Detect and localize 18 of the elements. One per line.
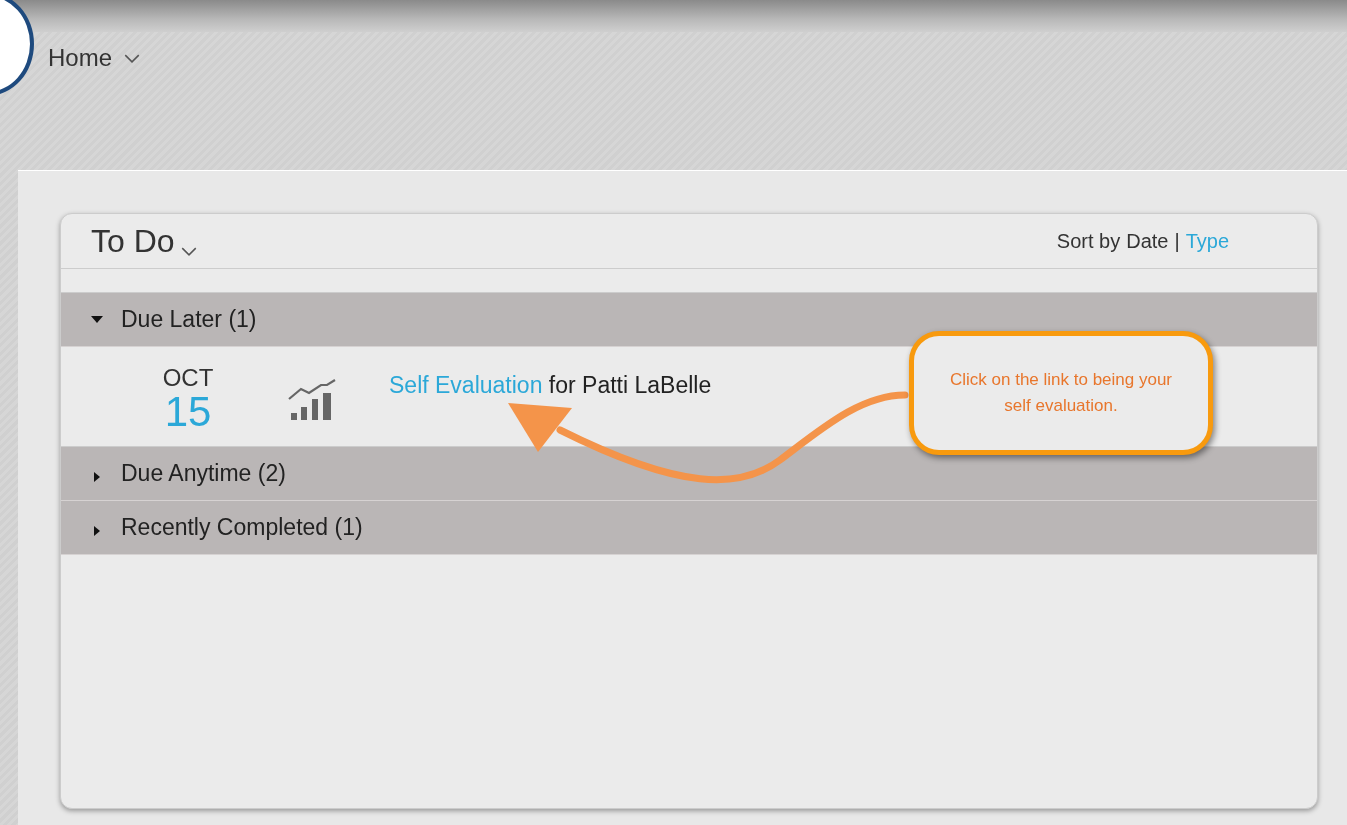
chart-growth-icon	[287, 379, 337, 421]
due-month: OCT	[162, 365, 214, 391]
separator: |	[1174, 229, 1180, 253]
chevron-down-icon	[180, 246, 197, 256]
section-title: Due Anytime (2)	[121, 460, 286, 487]
sort-option[interactable]: Date	[1126, 229, 1169, 253]
section-header[interactable]: Due Later (1)	[61, 293, 1317, 347]
home-menu[interactable]: Home	[48, 44, 141, 72]
section-title: Recently Completed (1)	[121, 514, 363, 541]
section-header[interactable]: Recently Completed (1)	[61, 501, 1317, 555]
chevron-down-icon	[124, 53, 141, 63]
todo-title-menu[interactable]: To Do	[91, 222, 197, 260]
task-text: for Patti LaBelle	[548, 372, 712, 398]
callout-tooltip: Click on the link to being your self evaluation.	[909, 331, 1213, 455]
sort-label: Sort by	[1056, 229, 1121, 253]
section-header[interactable]: Due Anytime (2)	[61, 447, 1317, 501]
due-day: 15	[164, 391, 212, 433]
section-title: Due Later (1)	[121, 306, 257, 333]
